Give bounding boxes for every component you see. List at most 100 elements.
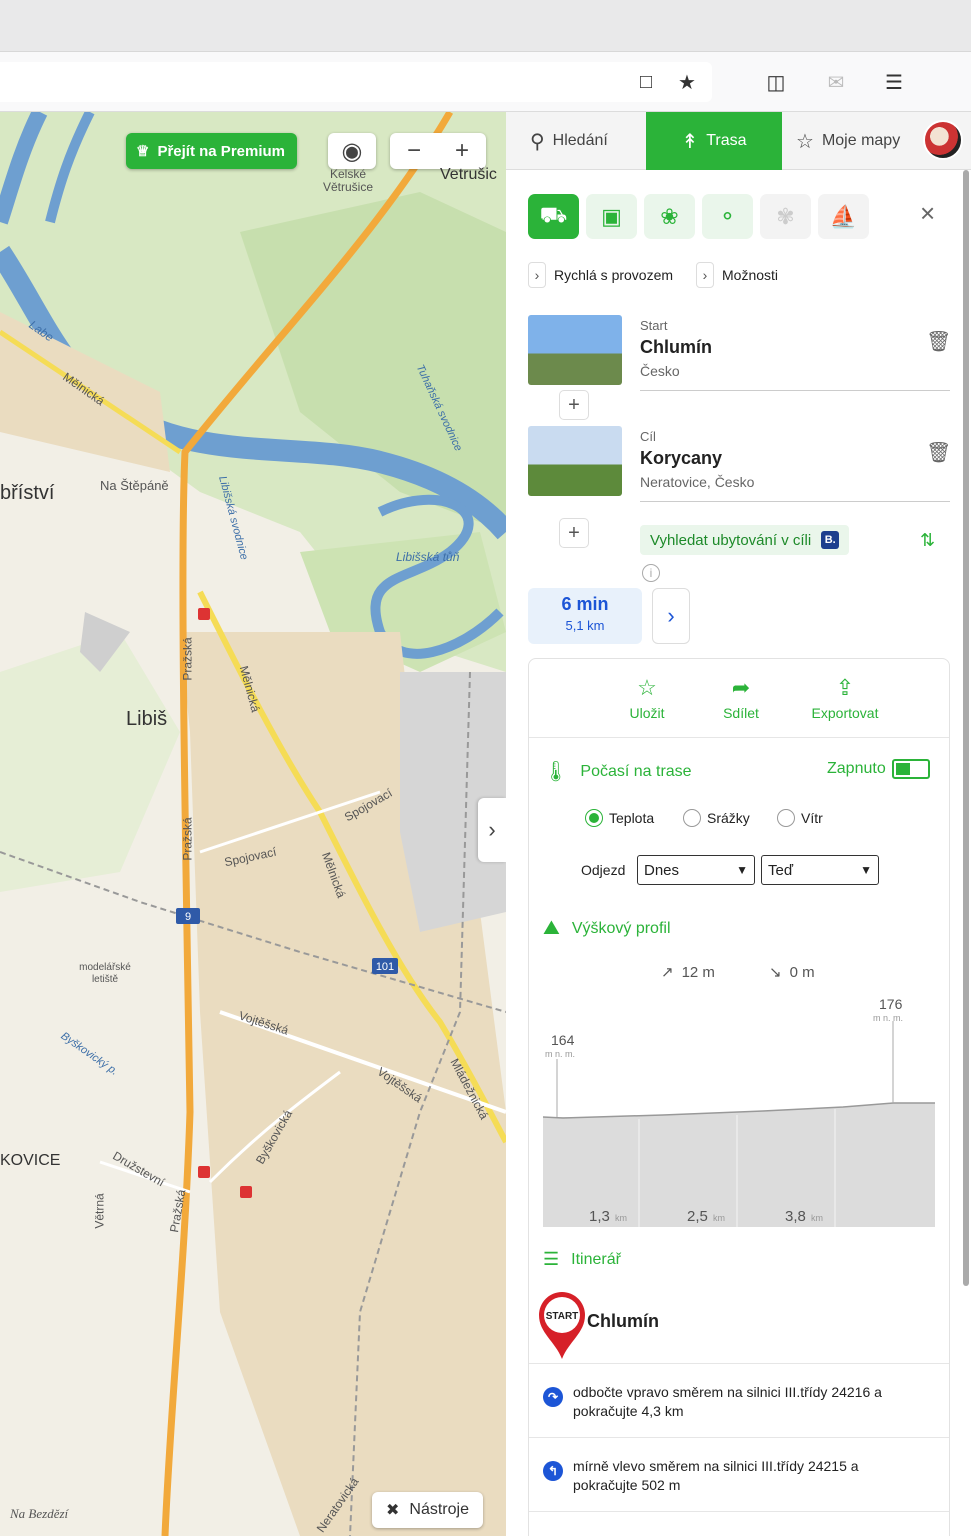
info-icon[interactable]: i [642, 564, 660, 582]
radio-precipitation[interactable]: Srážky [683, 809, 750, 827]
map-label-kelske: Kelské Větrušice [322, 167, 374, 194]
mode-car[interactable]: ⛟ [528, 194, 579, 239]
elevation-chart: 164 m n. m. 176 m n. m. 1,3 km 2,5 km 3,… [543, 999, 937, 1239]
close-icon[interactable]: × [920, 198, 935, 229]
url-bar[interactable] [0, 62, 712, 102]
itinerary-section-title[interactable]: ☰ Itinerář [543, 1249, 621, 1270]
elevation-tick-2: 2,5 [687, 1208, 708, 1225]
share-icon: ➦ [731, 675, 751, 700]
reader-icon[interactable]: □ [632, 68, 660, 96]
trash-icon[interactable]: 🗑 [926, 440, 951, 465]
radio-wind[interactable]: Vítr [777, 809, 823, 827]
arrow-down-right-icon: ↘ [769, 964, 782, 981]
tools-button[interactable]: ✖ Nástroje [372, 1492, 483, 1528]
option-fast-traffic[interactable]: › Rychlá s provozem [528, 262, 673, 288]
chevron-right-icon: › [667, 603, 675, 628]
departure-day-value: Dnes [644, 861, 680, 879]
locate-button[interactable]: ◉ [328, 133, 376, 169]
departure-time-value: Teď [768, 861, 794, 879]
star-outline-icon: ☆ [637, 675, 657, 700]
tab-my-maps[interactable]: ☆ Moje mapy [796, 112, 900, 170]
radio-wind-label: Vítr [801, 810, 823, 826]
itinerary-title-label: Itinerář [571, 1250, 621, 1268]
export-button[interactable]: ⇪ Exportovat [795, 675, 895, 721]
panel-scrollbar[interactable] [963, 170, 969, 1286]
map-label-bristvi: bříství [0, 482, 55, 504]
start-photo [528, 315, 622, 385]
route-end[interactable]: Cíl Korycany Neratovice, Česko 🗑 [528, 426, 951, 502]
elevation-max-unit: m n. m. [873, 1013, 903, 1023]
step-text: mírně vlevo směrem na silnici III.třídy … [573, 1458, 859, 1493]
tools-icon: ✖ [386, 1502, 400, 1519]
mode-walk[interactable]: ❀ [644, 194, 695, 239]
save-label: Uložit [629, 705, 665, 721]
search-accommodation-button[interactable]: Vyhledat ubytování v cíli B. [640, 525, 850, 555]
departure-time-select[interactable]: Teď ▼ [761, 855, 879, 885]
elevation-tick-unit: km [811, 1213, 823, 1223]
map-label-kovice: KOVICE [0, 1152, 61, 1169]
mode-bus[interactable]: ▣ [586, 194, 637, 239]
bookmark-star-icon[interactable]: ★ [673, 68, 701, 96]
share-button[interactable]: ➦ Sdílet [715, 675, 767, 721]
elevation-min-unit: m n. m. [545, 1049, 575, 1059]
menu-icon[interactable]: ☰ [880, 68, 908, 96]
boat-icon: ⛵ [829, 203, 858, 229]
mode-bike[interactable]: ⚬ [702, 194, 753, 239]
car-icon: ⛟ [539, 202, 568, 227]
elevation-ascent: ↗ 12 m [661, 963, 715, 982]
zoom-out-button[interactable]: − [407, 137, 421, 165]
swap-icon[interactable]: ⇅ [920, 530, 935, 551]
map-label-prazska-2: Pražská [180, 817, 195, 861]
collapse-panel-button[interactable]: › [478, 798, 506, 862]
departure-label: Odjezd [581, 862, 626, 878]
option-more[interactable]: › Možnosti [696, 262, 778, 288]
slight-left-icon: ↰ [543, 1461, 563, 1481]
start-name: Chlumín [640, 337, 712, 357]
start-underline [640, 390, 950, 391]
radio-dot [585, 809, 603, 827]
radio-temperature-label: Teplota [609, 810, 655, 826]
search-icon: ⚲ [530, 130, 545, 153]
weather-toggle[interactable]: Zapnuto [827, 759, 930, 779]
tab-route[interactable]: ↟ Trasa [646, 112, 782, 170]
mail-icon[interactable]: ✉ [822, 68, 850, 96]
option-more-label: Možnosti [722, 267, 779, 283]
route-detail-card: ☆ Uložit ➦ Sdílet ⇪ Exportovat 🌡 Počasí … [528, 658, 950, 1536]
radio-dot [777, 809, 795, 827]
add-stop-button[interactable]: + [559, 518, 589, 548]
map-label-na-bezdezi: Na Bezdězí [10, 1506, 69, 1521]
elevation-tick-3: 3,8 [785, 1208, 806, 1225]
trash-icon[interactable]: 🗑 [926, 329, 951, 354]
sidebar-icon[interactable]: ◫ [762, 68, 790, 96]
radio-temperature[interactable]: Teplota [585, 809, 654, 827]
divider [529, 1363, 949, 1364]
next-route-button[interactable]: › [652, 588, 690, 644]
end-name: Korycany [640, 448, 723, 468]
start-badge-text: START [546, 1311, 579, 1322]
route-start[interactable]: Start Chlumín Česko 🗑 [528, 315, 951, 391]
chevron-right-icon: › [528, 262, 546, 288]
itinerary-start-name: Chlumín [587, 1311, 659, 1331]
add-waypoint-button[interactable]: + [559, 390, 589, 420]
avatar[interactable] [923, 120, 963, 160]
bus-icon: ▣ [601, 203, 622, 229]
zoom-in-button[interactable]: + [455, 137, 469, 165]
map-canvas[interactable]: 9 101 ♕ Přejít na Premium ◉ − + Kelské V… [0, 112, 506, 1536]
panel-tabs: ⚲ Hledání ↟ Trasa ☆ Moje mapy [506, 112, 971, 170]
departure-day-select[interactable]: Dnes ▼ [637, 855, 755, 885]
bike-icon: ⚬ [718, 203, 737, 229]
route-summary[interactable]: 6 min 5,1 km [528, 588, 642, 644]
thermometer-icon: 🌡 [543, 761, 569, 783]
tab-search[interactable]: ⚲ Hledání [530, 112, 608, 170]
elevation-descent: ↘ 0 m [769, 963, 815, 982]
export-label: Exportovat [811, 705, 879, 721]
mode-ski[interactable]: ✾ [760, 194, 811, 239]
toggle-switch [891, 759, 930, 779]
mode-boat[interactable]: ⛵ [818, 194, 869, 239]
save-button[interactable]: ☆ Uložit [621, 675, 673, 721]
route-distance: 5,1 km [565, 618, 605, 633]
elevation-tick-1: 1,3 [589, 1208, 610, 1225]
premium-button[interactable]: ♕ Přejít na Premium [126, 133, 297, 169]
list-icon: ☰ [543, 1249, 560, 1269]
tab-my-maps-label: Moje mapy [821, 132, 901, 149]
